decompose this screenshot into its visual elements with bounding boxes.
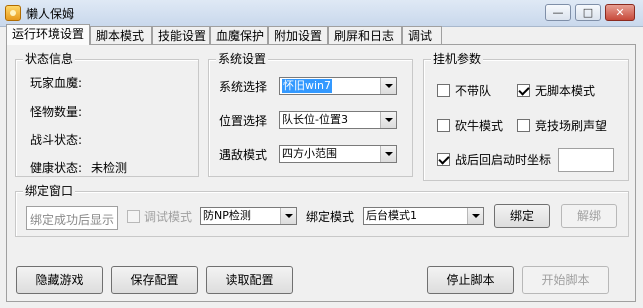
window-title: 懒人保姆 <box>26 7 75 21</box>
chop-wood-label[interactable]: 砍牛模式 <box>455 119 503 133</box>
status-group: 状态信息 玩家血魔: 怪物数量: 战斗状态: 健康状态: 未检测 <box>15 52 199 177</box>
bind-mode-dropdown[interactable]: 后台模式1 <box>363 207 484 225</box>
tab-debug[interactable]: 调试 <box>402 26 442 44</box>
tab-script-mode[interactable]: 脚本模式 <box>90 26 152 44</box>
system-select-dropdown[interactable]: 怀旧win7 <box>279 77 397 95</box>
chevron-down-icon[interactable] <box>380 112 396 128</box>
health-state-label: 健康状态: <box>30 161 83 175</box>
close-icon[interactable]: ✕ <box>605 4 635 21</box>
tab-skill-settings[interactable]: 技能设置 <box>152 26 210 44</box>
anti-detect-dropdown[interactable]: 防NP检测 <box>200 207 297 225</box>
encounter-mode-value: 四方小范围 <box>282 147 337 160</box>
health-state-value: 未检测 <box>91 161 128 175</box>
restart-coords-label[interactable]: 战后回启动时坐标 <box>455 153 551 167</box>
chevron-down-icon[interactable] <box>380 146 396 162</box>
status-group-title: 状态信息 <box>23 52 76 66</box>
afk-params-title: 挂机参数 <box>431 52 484 66</box>
debug-mode-label[interactable]: 调试模式 <box>144 210 192 224</box>
no-script-label[interactable]: 无脚本模式 <box>535 84 595 98</box>
tab-extra-settings[interactable]: 附加设置 <box>268 26 328 44</box>
system-settings-group: 系统设置 系统选择 怀旧win7 位置选择 队长位-位置3 遇敌模式 四方小范围 <box>208 52 413 177</box>
bind-result-text: 绑定成功后显示 <box>30 213 115 227</box>
debug-mode-checkbox[interactable] <box>127 210 140 223</box>
bind-window-group: 绑定窗口 绑定成功后显示 调试模式 防NP检测 绑定模式 后台模式1 绑定 解绑 <box>15 184 629 237</box>
stop-script-button[interactable]: 停止脚本 <box>427 266 514 294</box>
restart-coords-input[interactable] <box>558 148 614 172</box>
minimize-icon[interactable]: — <box>545 4 571 21</box>
monster-count-label: 怪物数量: <box>30 105 83 119</box>
encounter-mode-dropdown[interactable]: 四方小范围 <box>279 145 397 163</box>
no-team-checkbox[interactable] <box>437 84 450 97</box>
player-hp-label: 玩家血魔: <box>30 76 83 90</box>
maximize-icon[interactable]: □ <box>575 4 601 21</box>
anti-detect-value: 防NP检测 <box>203 209 251 222</box>
tab-runtime-settings[interactable]: 运行环境设置 <box>6 24 90 45</box>
hide-game-button[interactable]: 隐藏游戏 <box>16 266 103 294</box>
system-settings-title: 系统设置 <box>216 52 269 66</box>
position-select-value: 队长位-位置3 <box>282 113 348 126</box>
tab-hp-protection[interactable]: 血魔保护 <box>210 26 268 44</box>
tab-panel: 状态信息 玩家血魔: 怪物数量: 战斗状态: 健康状态: 未检测 系统设置 系统… <box>6 44 636 302</box>
tab-refresh-log[interactable]: 刷屏和日志 <box>328 26 402 44</box>
save-config-button[interactable]: 保存配置 <box>111 266 198 294</box>
bind-button[interactable]: 绑定 <box>494 204 550 228</box>
load-config-button[interactable]: 读取配置 <box>206 266 293 294</box>
bind-mode-value: 后台模式1 <box>366 209 417 222</box>
battle-state-label: 战斗状态: <box>30 133 83 147</box>
no-script-checkbox[interactable] <box>517 84 530 97</box>
bind-mode-label: 绑定模式 <box>306 210 355 224</box>
position-select-dropdown[interactable]: 队长位-位置3 <box>279 111 397 129</box>
position-select-label: 位置选择 <box>219 114 268 128</box>
chevron-down-icon[interactable] <box>467 208 483 224</box>
chevron-down-icon[interactable] <box>280 208 296 224</box>
restart-coords-checkbox[interactable] <box>437 153 450 166</box>
arena-fame-label[interactable]: 竞技场刷声望 <box>535 119 607 133</box>
start-script-button[interactable]: 开始脚本 <box>522 266 609 294</box>
system-select-value: 怀旧win7 <box>282 79 333 93</box>
app-icon <box>5 5 21 21</box>
encounter-mode-label: 遇敌模式 <box>219 148 268 162</box>
unbind-button[interactable]: 解绑 <box>561 204 617 228</box>
bind-result-field[interactable]: 绑定成功后显示 <box>26 206 118 230</box>
no-team-label[interactable]: 不带队 <box>455 84 491 98</box>
bind-window-title: 绑定窗口 <box>23 184 76 198</box>
chop-wood-checkbox[interactable] <box>437 119 450 132</box>
system-select-label: 系统选择 <box>219 80 268 94</box>
chevron-down-icon[interactable] <box>380 78 396 94</box>
title-bar[interactable]: 懒人保姆 — □ ✕ <box>0 0 643 27</box>
arena-fame-checkbox[interactable] <box>517 119 530 132</box>
afk-params-group: 挂机参数 不带队 无脚本模式 砍牛模式 竞技场刷声望 战后回启动时坐标 <box>423 52 629 181</box>
